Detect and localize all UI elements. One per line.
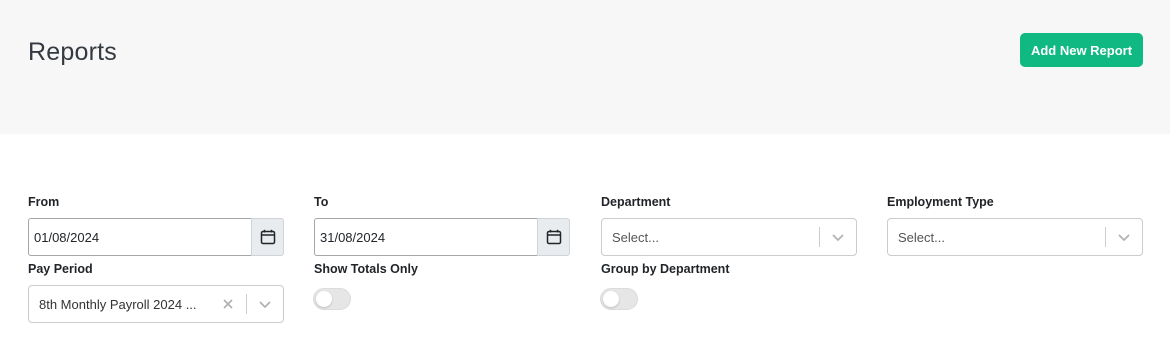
calendar-icon bbox=[546, 229, 561, 245]
chevron-down-icon bbox=[832, 234, 844, 242]
page-title: Reports bbox=[28, 38, 117, 66]
page-header: Reports Add New Report bbox=[0, 0, 1170, 134]
group-by-department-label: Group by Department bbox=[601, 262, 730, 276]
to-date-group bbox=[314, 218, 570, 256]
employment-type-select[interactable]: Select... bbox=[887, 218, 1143, 256]
add-new-report-button[interactable]: Add New Report bbox=[1020, 33, 1143, 67]
pay-period-dropdown-toggle[interactable] bbox=[247, 286, 283, 322]
to-calendar-button[interactable] bbox=[537, 218, 570, 256]
department-select-placeholder: Select... bbox=[612, 229, 659, 245]
calendar-icon bbox=[260, 229, 275, 245]
group-by-department-toggle[interactable] bbox=[600, 288, 638, 310]
toggle-knob bbox=[603, 291, 619, 307]
show-totals-only-toggle[interactable] bbox=[313, 288, 351, 310]
toggle-knob bbox=[316, 291, 332, 307]
show-totals-only-label: Show Totals Only bbox=[314, 262, 418, 276]
chevron-down-icon bbox=[1118, 234, 1130, 242]
department-select[interactable]: Select... bbox=[601, 218, 857, 256]
to-label: To bbox=[314, 195, 329, 209]
pay-period-clear-button[interactable] bbox=[210, 286, 246, 322]
to-date-input[interactable] bbox=[314, 218, 537, 256]
employment-type-label: Employment Type bbox=[887, 195, 994, 209]
employment-type-select-placeholder: Select... bbox=[898, 229, 945, 245]
pay-period-selected-value: 8th Monthly Payroll 2024 ... bbox=[39, 296, 197, 312]
pay-period-select[interactable]: 8th Monthly Payroll 2024 ... bbox=[28, 285, 284, 323]
department-dropdown-toggle[interactable] bbox=[820, 219, 856, 255]
from-date-group bbox=[28, 218, 284, 256]
pay-period-label: Pay Period bbox=[28, 262, 93, 276]
chevron-down-icon bbox=[259, 301, 271, 309]
employment-type-dropdown-toggle[interactable] bbox=[1106, 219, 1142, 255]
from-label: From bbox=[28, 195, 60, 209]
from-calendar-button[interactable] bbox=[251, 218, 284, 256]
department-label: Department bbox=[601, 195, 671, 209]
close-icon bbox=[223, 299, 233, 309]
from-date-input[interactable] bbox=[28, 218, 251, 256]
